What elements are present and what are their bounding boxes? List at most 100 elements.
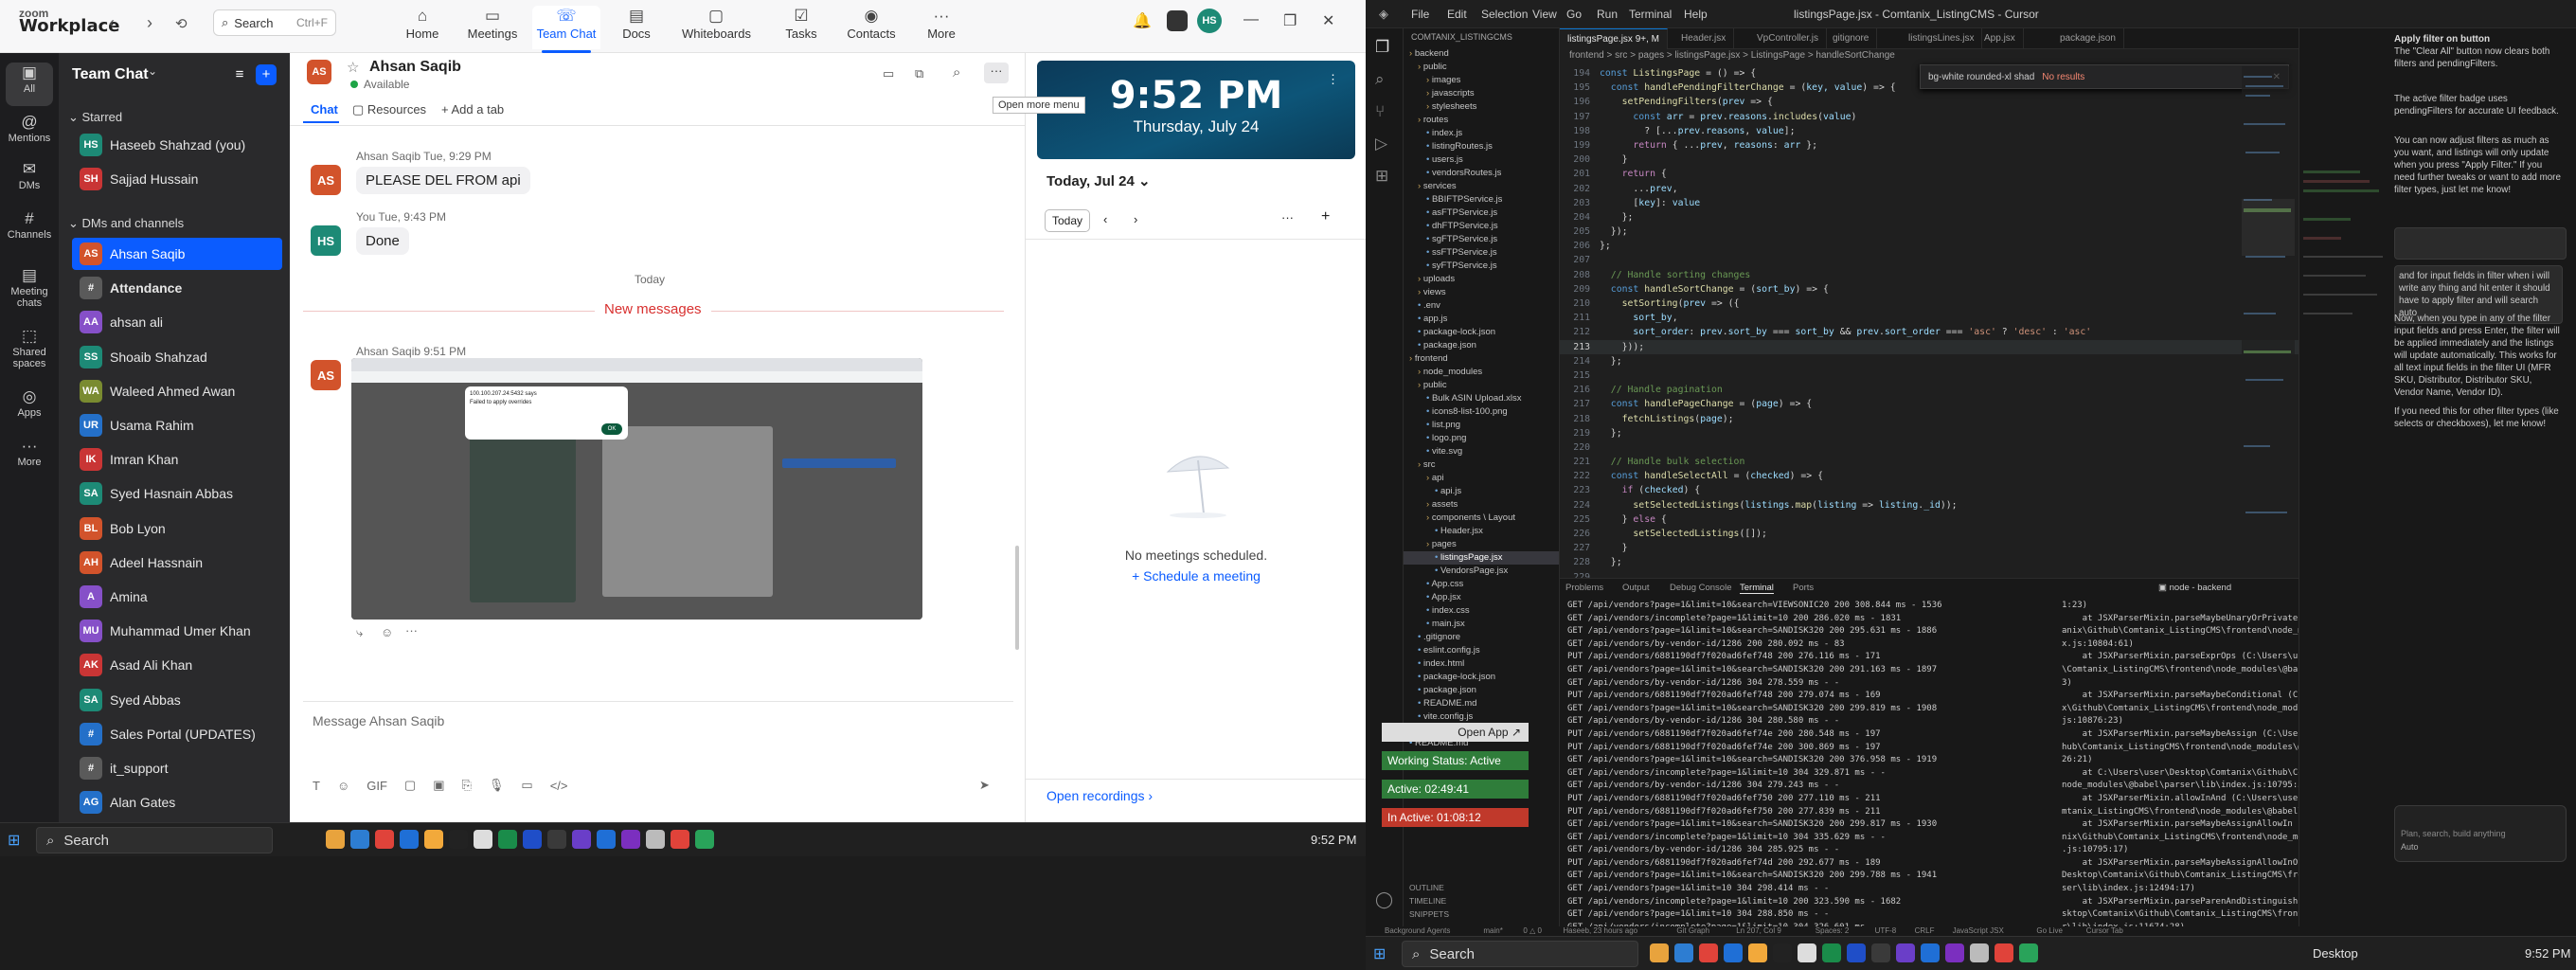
code-line[interactable]: 226 setSelectedListings([]);	[1560, 527, 2299, 541]
taskbar-app-icon[interactable]	[1748, 943, 1767, 962]
open-app-button[interactable]: Open App ↗	[1382, 723, 1529, 742]
tab-tasks[interactable]: ☑ Tasks	[767, 6, 835, 49]
code-line[interactable]: 218 fetchListings(page);	[1560, 412, 2299, 426]
composer-tool[interactable]: T	[313, 779, 320, 793]
code-line[interactable]: 214 };	[1560, 354, 2299, 368]
file-item[interactable]: • VendorsPage.jsx	[1404, 565, 1559, 578]
taskbar-app-icon[interactable]	[621, 830, 640, 849]
sidebar-item[interactable]: SH Sajjad Hussain	[72, 163, 282, 195]
taskbar-app-icon[interactable]	[498, 830, 517, 849]
history-icon[interactable]: ⟲	[175, 15, 188, 32]
folder-item[interactable]: › views	[1404, 286, 1559, 299]
code-line[interactable]: 227 }	[1560, 541, 2299, 555]
file-item[interactable]: • index.js	[1404, 127, 1559, 140]
taskbar-search[interactable]: ⌕ Search	[36, 827, 273, 853]
taskbar-app-icon[interactable]	[671, 830, 689, 849]
chat-input[interactable]: Plan, search, build anything Auto	[2394, 805, 2567, 862]
file-item[interactable]: • ssFTPService.js	[1404, 246, 1559, 260]
reply-icon[interactable]: ⤷	[356, 625, 363, 640]
folder-item[interactable]: › javascripts	[1404, 87, 1559, 100]
tab-docs[interactable]: ▤ Docs	[602, 6, 671, 49]
windows-icon[interactable]: ⊞	[8, 831, 20, 850]
run-debug-icon[interactable]: ▷	[1375, 135, 1387, 153]
file-item[interactable]: • logo.png	[1404, 432, 1559, 445]
file-item[interactable]: • index.html	[1404, 657, 1559, 671]
sidebar-item[interactable]: SS Shoaib Shahzad	[72, 341, 282, 373]
tab-more[interactable]: ··· More	[907, 6, 975, 49]
add-meeting-icon[interactable]: +	[1321, 208, 1330, 225]
status-item[interactable]: Git Graph	[1676, 926, 1709, 935]
composer-tool[interactable]: ▭	[521, 778, 532, 793]
filter-icon[interactable]: ≡	[229, 64, 250, 85]
status-item[interactable]: Go Live	[2036, 926, 2063, 935]
rail-meeting-chats[interactable]: ▤ Meeting chats	[0, 265, 59, 309]
status-item[interactable]: UTF-8	[1875, 926, 1897, 935]
folder-item[interactable]: › frontend	[1404, 352, 1559, 366]
search-icon[interactable]: ⌕	[1375, 70, 1385, 89]
rail-dms[interactable]: ✉ DMs	[0, 159, 59, 191]
tab-whiteboards[interactable]: ▢ Whiteboards	[682, 6, 751, 49]
taskbar-app-icon[interactable]	[572, 830, 591, 849]
taskbar-app-icon[interactable]	[1970, 943, 1989, 962]
taskbar-app-icon[interactable]	[326, 830, 345, 849]
code-line[interactable]: 204 };	[1560, 210, 2299, 225]
folder-item[interactable]: › components \ Layout	[1404, 512, 1559, 525]
file-item[interactable]: • Bulk ASIN Upload.xlsx	[1404, 392, 1559, 405]
folder-item[interactable]: › node_modules	[1404, 366, 1559, 379]
file-item[interactable]: • list.png	[1404, 419, 1559, 432]
more-options-icon[interactable]: ⋮	[1327, 72, 1339, 87]
file-item[interactable]: • README.md	[1404, 697, 1559, 710]
panel-tab-ports[interactable]: Ports	[1793, 583, 1814, 593]
file-item[interactable]: • vite.config.js	[1404, 710, 1559, 724]
file-item[interactable]: • index.css	[1404, 604, 1559, 618]
breadcrumb[interactable]: frontend > src > pages > listingsPage.js…	[1569, 50, 1895, 61]
file-item[interactable]: • asFTPService.js	[1404, 207, 1559, 220]
file-item[interactable]: • main.jsx	[1404, 618, 1559, 631]
more-icon[interactable]: ···	[1281, 210, 1294, 225]
folder-item[interactable]: › public	[1404, 379, 1559, 392]
panel-tab-problems[interactable]: Problems	[1565, 583, 1603, 593]
tab-team-chat[interactable]: ☏ Team Chat	[532, 6, 600, 53]
scrollbar[interactable]	[1015, 546, 1019, 650]
folder-item[interactable]: › assets	[1404, 498, 1559, 512]
star-icon[interactable]: ☆	[347, 59, 359, 76]
taskbar-app-icon[interactable]	[1822, 943, 1841, 962]
taskbar-app-icon[interactable]	[1995, 943, 2013, 962]
tab-contacts[interactable]: ◉ Contacts	[837, 6, 905, 49]
composer-tool[interactable]: 🎙	[489, 778, 505, 793]
send-icon[interactable]: ➤	[979, 778, 990, 793]
taskbar-app-icon[interactable]	[1871, 943, 1890, 962]
status-item[interactable]: Cursor Tab	[2086, 926, 2123, 935]
app-icon[interactable]	[1167, 10, 1188, 31]
terminal-selector[interactable]: ▣ node - backend	[2158, 583, 2231, 593]
file-item[interactable]: • vite.svg	[1404, 445, 1559, 458]
file-item[interactable]: • listingRoutes.js	[1404, 140, 1559, 153]
code-line[interactable]: 197 const arr = prev.reasons.includes(va…	[1560, 110, 2299, 124]
source-control-icon[interactable]: ⑂	[1375, 102, 1385, 121]
folder-item[interactable]: › src	[1404, 458, 1559, 472]
code-line[interactable]: 198 ? [...prev.reasons, value];	[1560, 124, 2299, 138]
more-icon[interactable]: ···	[405, 623, 418, 638]
new-chat-button[interactable]: +	[256, 64, 277, 85]
status-item[interactable]: CRLF	[1915, 926, 1935, 935]
code-line[interactable]: 221 // Handle bulk selection	[1560, 455, 2299, 469]
file-item[interactable]: • package-lock.json	[1404, 671, 1559, 684]
taskbar-app-icon[interactable]	[1674, 943, 1693, 962]
rail-apps[interactable]: ◎ Apps	[0, 386, 59, 419]
file-item[interactable]: • App.jsx	[1404, 591, 1559, 604]
status-item[interactable]: 0 △ 0	[1523, 926, 1542, 935]
next-day-icon[interactable]: ›	[1134, 212, 1137, 226]
code-line[interactable]: 228 };	[1560, 555, 2299, 569]
taskbar-app-icon[interactable]	[400, 830, 419, 849]
code-line[interactable]: 210 setSorting(prev => ({	[1560, 296, 2299, 311]
desktop-label[interactable]: Desktop	[2313, 946, 2358, 961]
editor-tab[interactable]: listingsPage.jsx 9+, M	[1560, 28, 1668, 49]
rail-all[interactable]: ▣ All	[6, 63, 53, 106]
composer-tool[interactable]: ☺	[337, 779, 349, 793]
code-line[interactable]: 200 }	[1560, 153, 2299, 167]
folder-item[interactable]: › uploads	[1404, 273, 1559, 286]
code-line[interactable]: 209 const handleSortChange = (sort_by) =…	[1560, 282, 2299, 296]
taskbar-app-icon[interactable]	[1650, 943, 1669, 962]
chat-mode[interactable]: Auto	[2395, 838, 2566, 855]
status-item[interactable]: JavaScript JSX	[1953, 926, 2004, 935]
